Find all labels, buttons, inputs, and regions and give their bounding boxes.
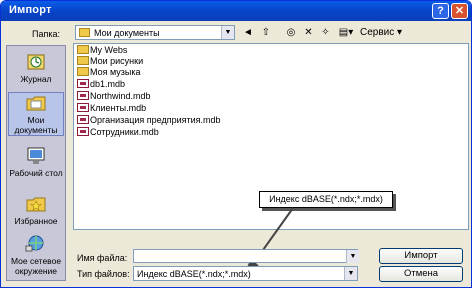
database-file-icon: [77, 79, 89, 88]
place-my-documents[interactable]: Мои документы: [8, 92, 64, 136]
new-folder-icon: ✧: [321, 27, 330, 38]
help-button[interactable]: ?: [432, 3, 449, 19]
views-button[interactable]: ▤▾: [337, 25, 355, 40]
folder-icon: [77, 56, 89, 65]
place-label: Избранное: [14, 216, 58, 226]
database-file-icon: [77, 103, 89, 112]
globe-icon: ◎: [286, 27, 296, 38]
folder-icon: [79, 28, 90, 37]
look-in-value: Мои документы: [94, 28, 160, 38]
database-file-icon: [77, 115, 89, 124]
import-dialog: Импорт ? ✕ Папка: Мои документы ▼ ◄ ⇧ ◎ …: [0, 0, 472, 288]
list-item[interactable]: db1.mdb: [77, 79, 125, 90]
chevron-down-icon[interactable]: ▼: [344, 267, 357, 280]
file-type-label: Тип файлов:: [77, 269, 130, 279]
file-type-dropdown[interactable]: Индекс dBASE(*.ndx;*.mdx) ▼: [133, 266, 358, 281]
up-one-level-button[interactable]: ⇧: [259, 25, 273, 40]
folder-icon: [77, 45, 89, 54]
list-item[interactable]: Сотрудники.mdb: [77, 127, 159, 138]
database-file-icon: [77, 91, 89, 100]
place-desktop[interactable]: Рабочий стол: [8, 146, 64, 178]
favorites-icon: [25, 194, 47, 214]
close-button[interactable]: ✕: [451, 3, 468, 19]
place-label: Мои документы: [14, 115, 58, 135]
delete-button[interactable]: ✕: [302, 25, 315, 40]
back-button[interactable]: ◄: [240, 25, 256, 40]
place-label: Рабочий стол: [9, 168, 63, 178]
search-web-button[interactable]: ◎: [284, 25, 298, 40]
list-item[interactable]: Организация предприятия.mdb: [77, 115, 221, 126]
cancel-button[interactable]: Отмена: [379, 266, 463, 282]
chevron-down-icon[interactable]: ▼: [346, 250, 359, 263]
views-icon: ▤▾: [338, 27, 354, 38]
place-favorites[interactable]: Избранное: [8, 194, 64, 226]
delete-icon: ✕: [304, 27, 313, 38]
history-icon: [25, 52, 47, 72]
list-item[interactable]: Клиенты.mdb: [77, 103, 146, 114]
chevron-down-icon[interactable]: ▼: [221, 26, 234, 39]
window-title: Импорт: [9, 4, 52, 16]
look-in-label: Папка:: [32, 29, 60, 39]
list-item[interactable]: Мои рисунки: [77, 56, 143, 67]
title-bar: Импорт ? ✕: [1, 1, 471, 21]
back-arrow-icon: ◄: [243, 27, 253, 38]
place-history[interactable]: Журнал: [8, 52, 64, 84]
import-button[interactable]: Импорт: [379, 248, 463, 264]
file-name-label: Имя файла:: [77, 253, 128, 263]
file-name-input[interactable]: [133, 249, 358, 263]
place-network[interactable]: Мое сетевое окружение: [8, 234, 64, 276]
my-documents-icon: [25, 93, 47, 113]
list-item[interactable]: Моя музыка: [77, 67, 141, 78]
places-bar: Журнал Мои документы Рабочий стол Избран…: [6, 45, 66, 281]
desktop-icon: [25, 146, 47, 166]
new-folder-button[interactable]: ✧: [318, 25, 333, 40]
list-item[interactable]: My Webs: [77, 45, 127, 56]
up-folder-icon: ⇧: [261, 27, 271, 38]
list-item[interactable]: Northwind.mdb: [77, 91, 151, 102]
look-in-dropdown[interactable]: Мои документы ▼: [75, 25, 235, 40]
network-icon: [25, 234, 47, 254]
place-label: Журнал: [20, 74, 52, 84]
tools-menu-button[interactable]: Сервис ▾: [360, 25, 410, 40]
folder-icon: [77, 67, 89, 76]
database-file-icon: [77, 127, 89, 136]
place-label: Мое сетевое окружение: [10, 256, 62, 276]
file-type-value: Индекс dBASE(*.ndx;*.mdx): [137, 269, 251, 279]
